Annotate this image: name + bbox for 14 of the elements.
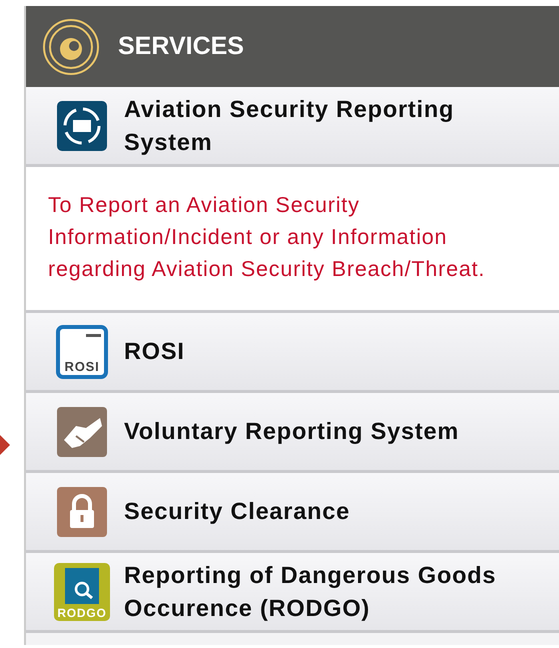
handshake-icon (56, 406, 108, 458)
rodgo-logo-icon: RODGO (54, 562, 110, 620)
padlock-icon (57, 486, 107, 536)
service-item[interactable]: Voluntary Reporting System (26, 393, 559, 473)
service-item[interactable]: Aviation Security Reporting System (26, 87, 559, 167)
lifebuoy-icon (56, 100, 108, 152)
service-item[interactable]: RODGO Reporting of Dangerous Goods Occurence (RODGO) (26, 553, 559, 633)
rosi-logo-icon: ROSI (56, 324, 108, 378)
panel-title: SERVICES (118, 32, 244, 61)
service-item[interactable]: Security Clearance (26, 473, 559, 553)
service-item[interactable]: ROSI ROSI (26, 313, 559, 393)
service-item[interactable] (26, 633, 559, 645)
pointer-arrow-icon (0, 435, 10, 455)
spiral-logo-icon (42, 18, 100, 76)
